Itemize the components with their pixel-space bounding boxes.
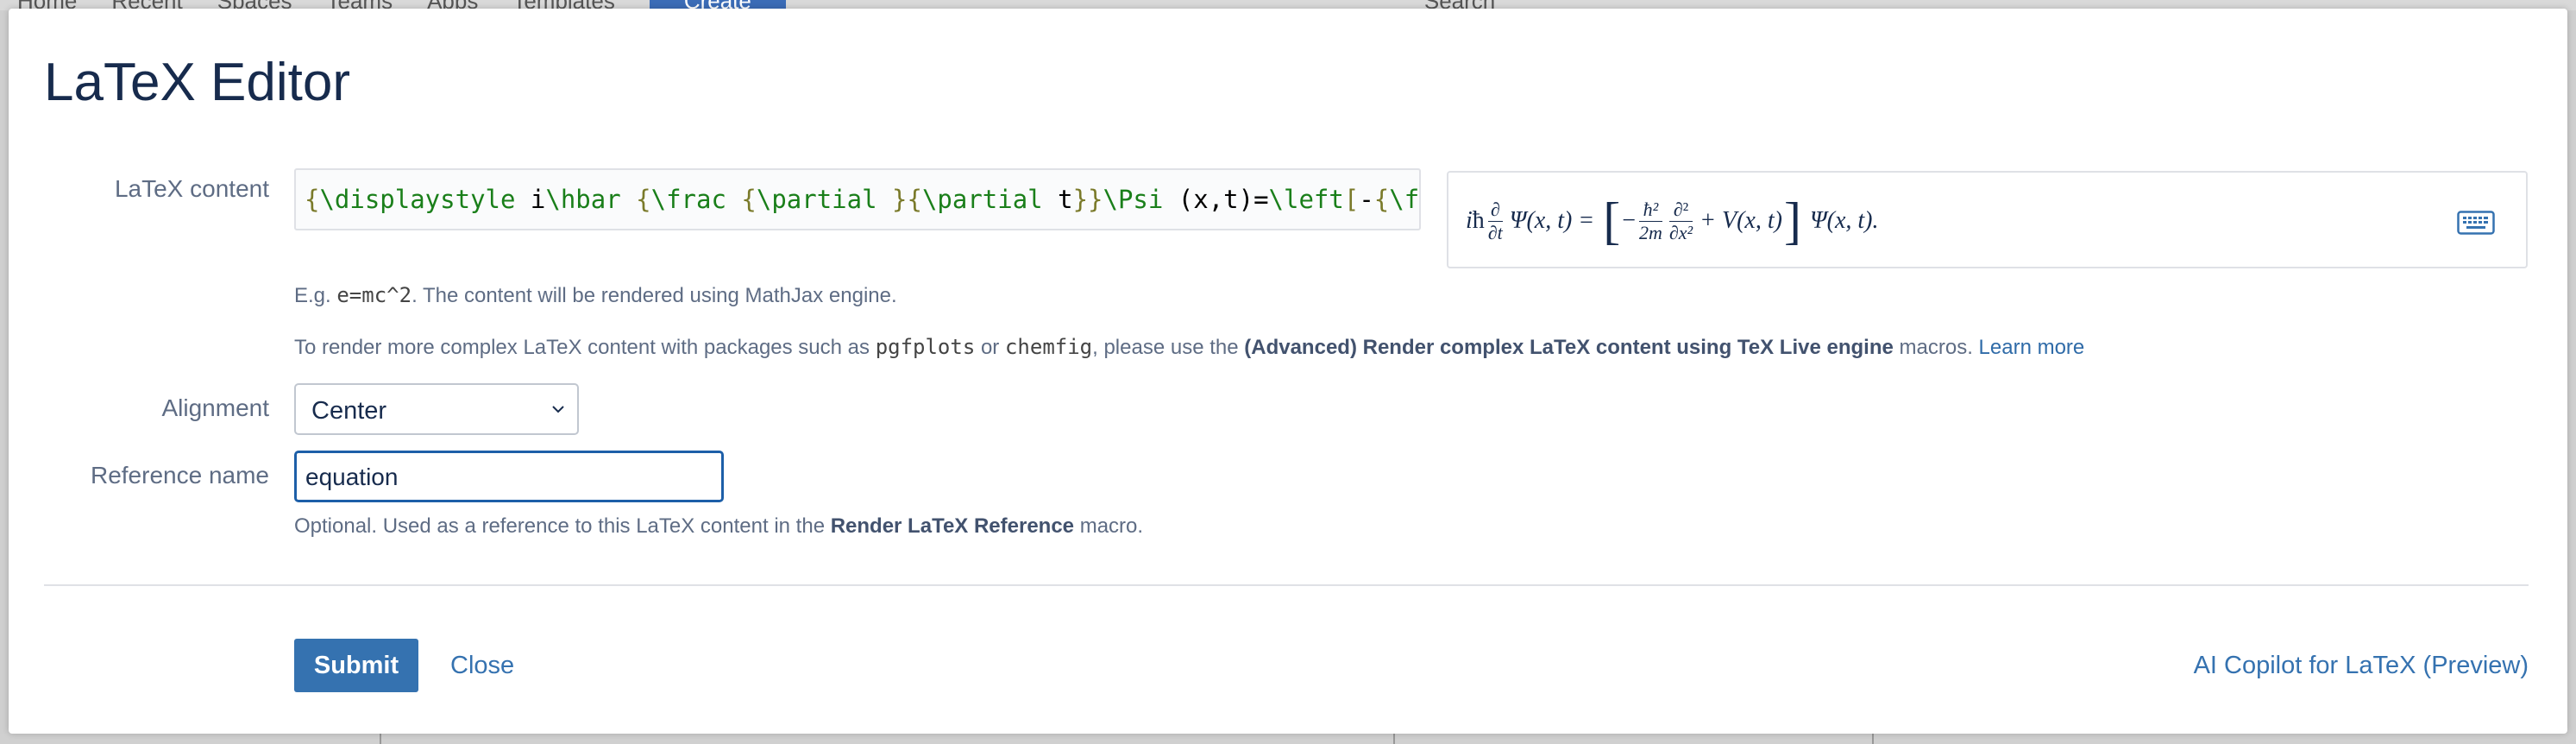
preview-2m: 2m: [1638, 221, 1662, 243]
latex-example-hint: E.g. e=mc^2. The content will be rendere…: [294, 283, 897, 308]
latex-preview: i ħ ∂ ∂t Ψ(x, t) = [ − ħ² 2m ∂² ∂x² + V(…: [1447, 171, 2528, 268]
hint-text: . The content will be rendered using Mat…: [412, 284, 897, 307]
preview-psi-lhs: Ψ(x, t) =: [1509, 207, 1595, 234]
preview-d2-fraction: ∂² ∂x²: [1668, 199, 1693, 243]
latex-content-label: LaTeX content: [114, 175, 269, 202]
alignment-label: Alignment: [161, 394, 269, 421]
latex-token: \left: [1268, 185, 1344, 214]
latex-token: {: [636, 185, 651, 214]
alignment-select[interactable]: Center: [294, 383, 579, 435]
latex-token: [877, 185, 892, 214]
latex-token: }}: [1072, 185, 1103, 214]
latex-token: [621, 185, 636, 214]
hint-text: macros.: [1893, 336, 1979, 359]
preview-frac-num: ∂: [1490, 199, 1500, 221]
latex-token: (x,t)=: [1163, 185, 1269, 214]
preview-hbar2: ħ²: [1643, 199, 1659, 221]
hint-text: , please use the: [1092, 336, 1245, 359]
latex-token: {: [1373, 185, 1390, 214]
hint-text: To render more complex LaTeX content wit…: [294, 336, 876, 359]
hint-text: Optional. Used as a reference to this La…: [294, 514, 831, 538]
preview-partial-t-fraction: ∂ ∂t: [1487, 199, 1503, 243]
latex-token: [726, 185, 741, 214]
hint-code: pgfplots: [875, 335, 976, 359]
preview-psi-rhs: Ψ(x, t).: [1809, 207, 1879, 234]
hint-bold: (Advanced) Render complex LaTeX content …: [1244, 336, 1894, 359]
preview-i: i: [1466, 207, 1473, 234]
background-divider: [1872, 734, 1874, 744]
keyboard-icon[interactable]: [2457, 211, 2495, 235]
latex-token: \fra: [1389, 185, 1420, 214]
left-bracket: [: [1603, 192, 1621, 249]
reference-name-input[interactable]: equation: [294, 451, 724, 502]
preview-frac-den: ∂t: [1487, 221, 1503, 243]
chevron-down-icon: [552, 406, 564, 413]
ai-copilot-link[interactable]: AI Copilot for LaTeX (Preview): [2194, 652, 2529, 680]
preview-dx2: ∂x²: [1668, 221, 1693, 243]
latex-complex-hint: To render more complex LaTeX content wit…: [294, 335, 2084, 360]
background-divider: [1393, 734, 1395, 744]
background-bottom-strip: [0, 734, 2576, 744]
hint-code: e=mc^2: [336, 283, 412, 307]
hint-text: macro.: [1074, 514, 1144, 538]
latex-token: -: [1359, 185, 1374, 214]
latex-token: {: [741, 185, 757, 214]
learn-more-link[interactable]: Learn more: [1979, 336, 2085, 359]
right-bracket: ]: [1783, 192, 1801, 249]
hint-text: E.g.: [294, 284, 337, 307]
alignment-value: Center: [311, 397, 387, 425]
latex-token: {: [305, 185, 320, 214]
latex-editor-dialog: LaTeX Editor LaTeX content {\displaystyl…: [9, 9, 2567, 734]
submit-button[interactable]: Submit: [294, 639, 418, 692]
preview-minus: −: [1622, 207, 1636, 234]
background-divider: [380, 734, 381, 744]
latex-token: \hbar: [545, 185, 621, 214]
preview-plus-v: + V(x, t): [1700, 207, 1782, 234]
hint-bold: Render LaTeX Reference: [830, 514, 1075, 538]
preview-hbar-fraction: ħ² 2m: [1638, 199, 1662, 243]
reference-name-value: equation: [305, 463, 399, 490]
latex-token: \Psi: [1103, 185, 1164, 214]
latex-token: t: [1042, 185, 1073, 214]
hint-text: or: [975, 336, 1005, 359]
latex-token: \displaystyle: [319, 185, 516, 214]
latex-token: \partial: [921, 185, 1043, 214]
close-link[interactable]: Close: [450, 652, 514, 680]
latex-content-input[interactable]: {\displaystyle i\hbar {\frac {\partial }…: [294, 168, 1421, 230]
latex-token: i: [515, 185, 546, 214]
reference-name-label: Reference name: [90, 462, 269, 489]
latex-token: \partial: [756, 185, 877, 214]
preview-hbar: ħ: [1472, 207, 1485, 234]
latex-token: \frac: [650, 185, 726, 214]
hint-code: chemfig: [1004, 335, 1093, 359]
rendered-equation: i ħ ∂ ∂t Ψ(x, t) = [ − ħ² 2m ∂² ∂x² + V(…: [1466, 190, 1879, 252]
preview-d2: ∂²: [1673, 199, 1689, 221]
footer-divider: [44, 584, 2529, 586]
reference-hint: Optional. Used as a reference to this La…: [294, 514, 1143, 539]
latex-token: [: [1343, 185, 1360, 214]
dialog-title: LaTeX Editor: [44, 53, 350, 112]
latex-token: }{: [892, 185, 922, 214]
